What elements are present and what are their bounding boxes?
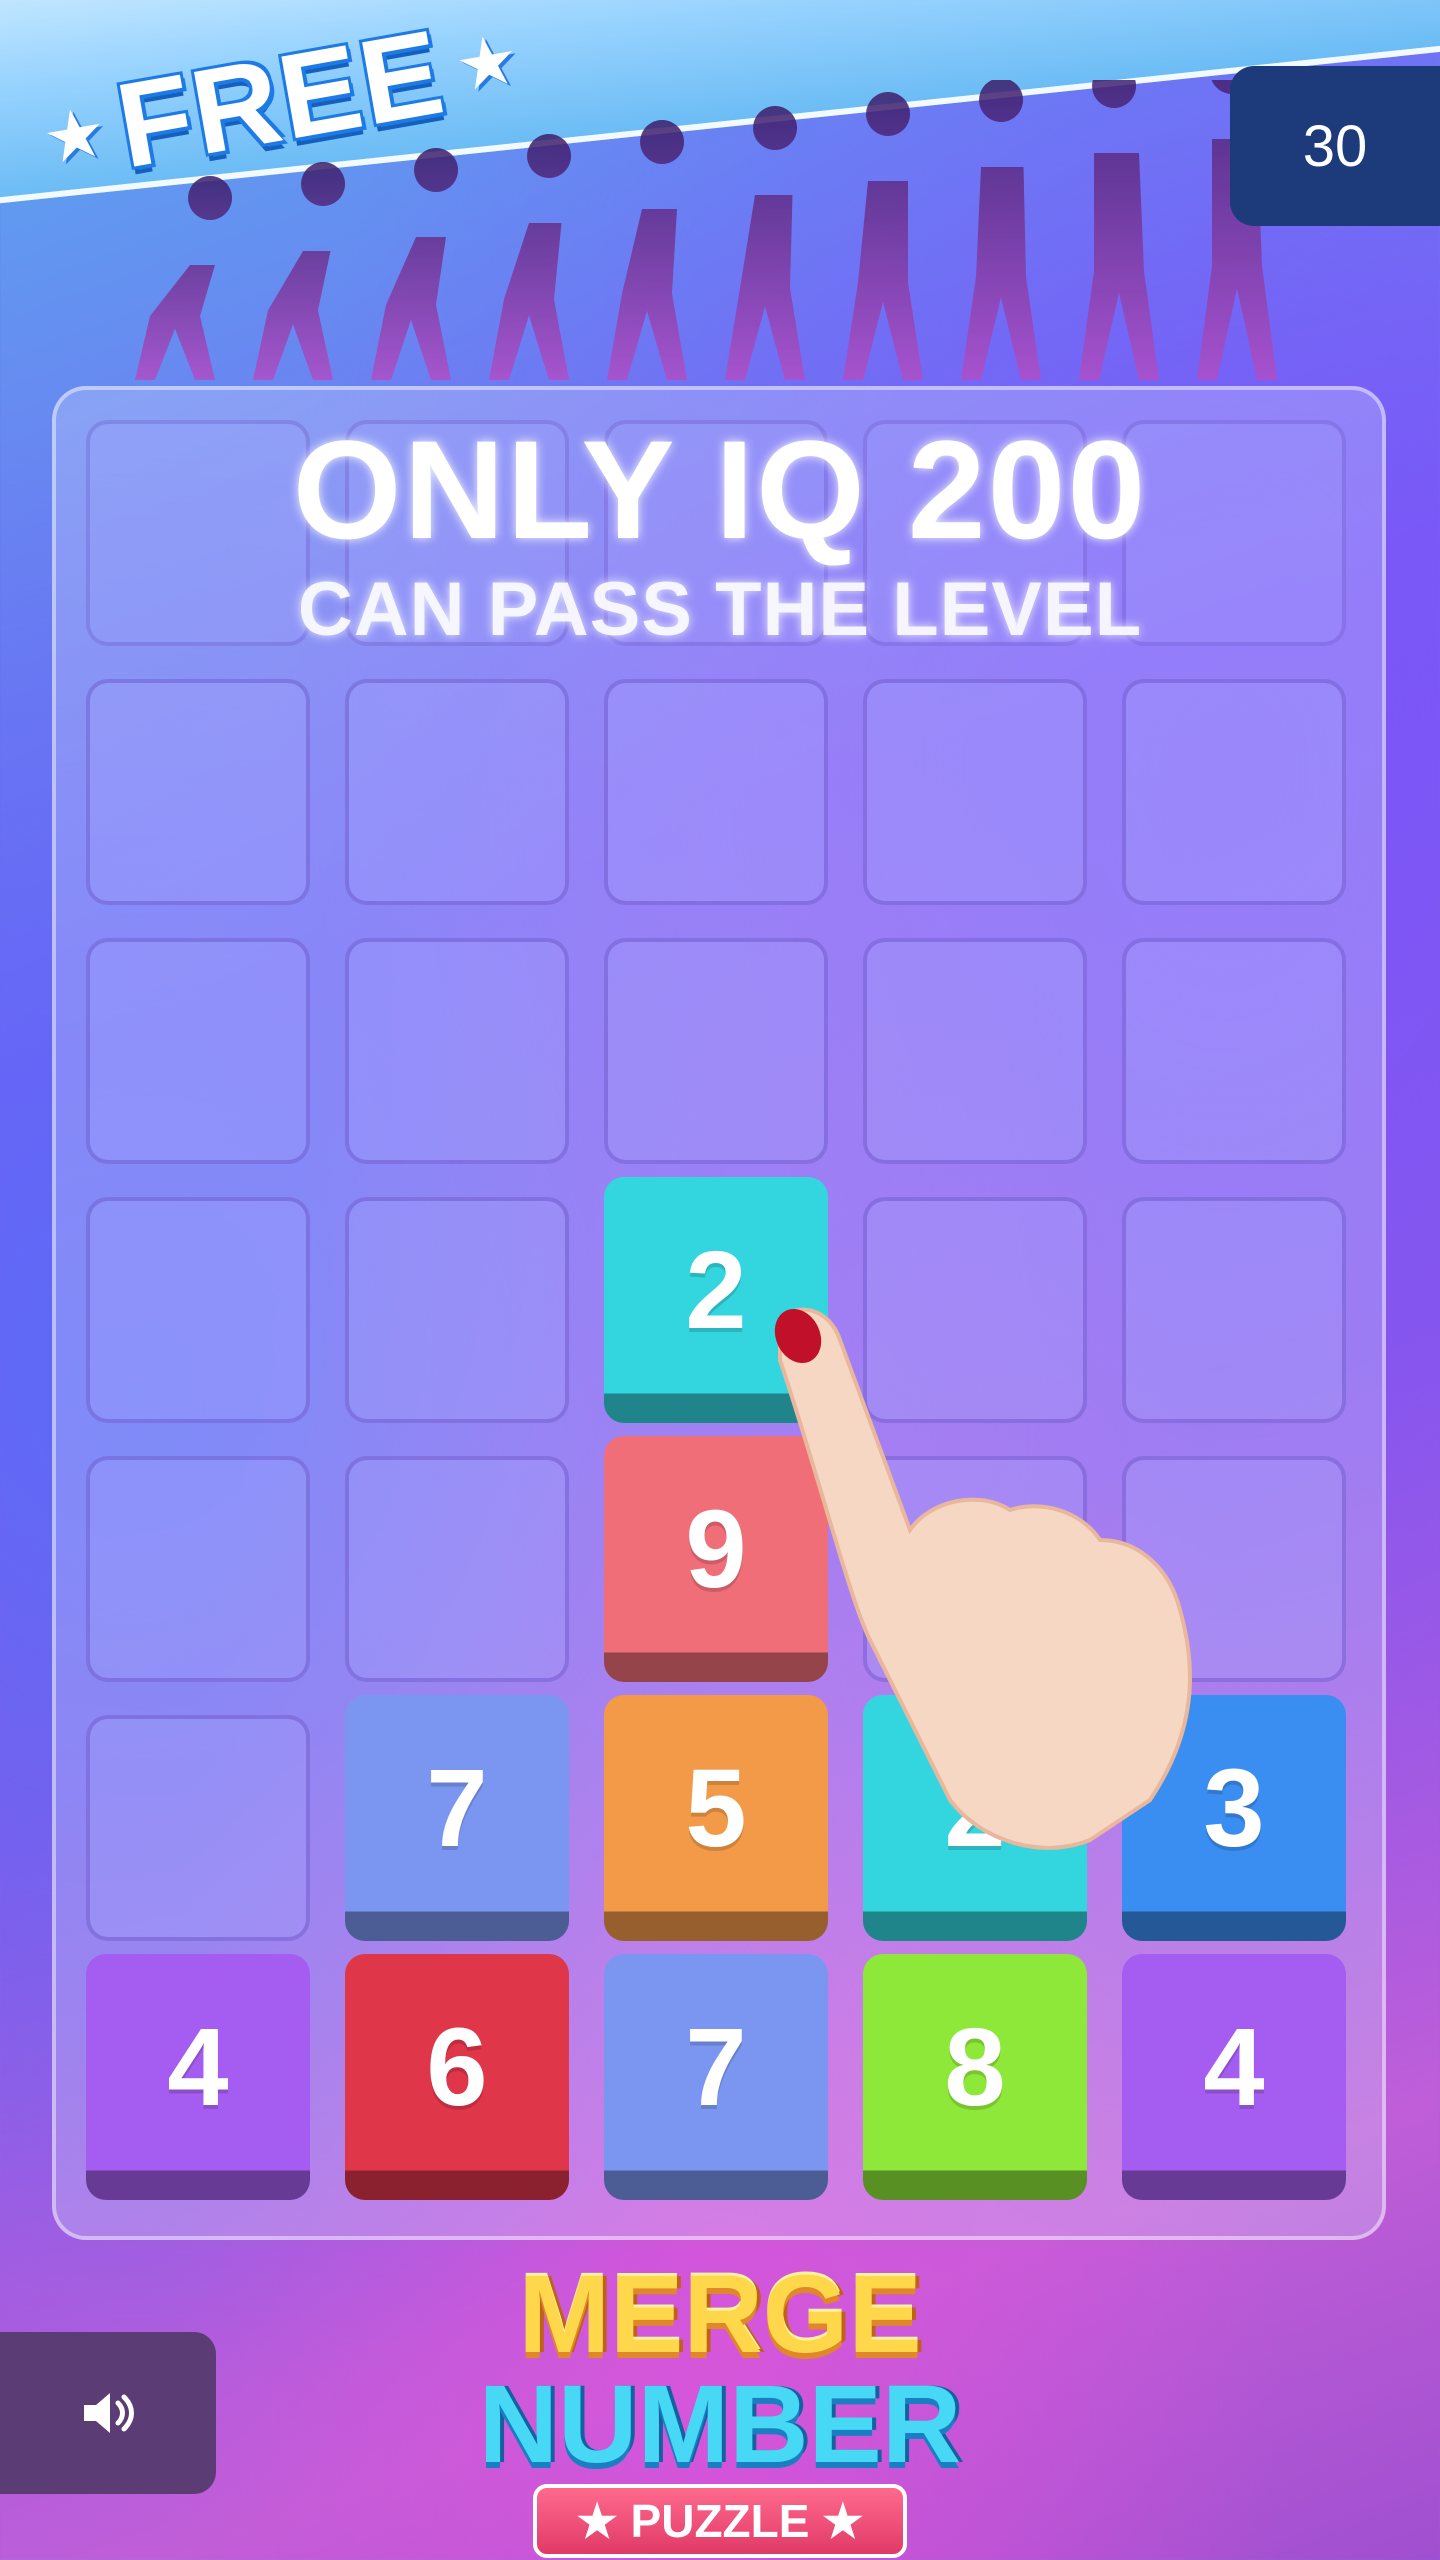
evolution-figure [371,148,459,380]
number-tile[interactable]: 4 [1122,1954,1346,2200]
tile-value: 9 [685,1487,747,1611]
tile-value: 7 [685,2005,747,2129]
tile-value: 6 [426,2005,488,2129]
grid-cell[interactable] [604,938,828,1164]
logo-word-number: NUMBER [478,2363,962,2486]
counter-value: 30 [1302,113,1368,179]
grid-cell[interactable] [345,938,569,1164]
number-tile[interactable]: 6 [345,1954,569,2200]
grid-cell[interactable] [604,679,828,905]
evolution-figure [253,162,346,380]
evolution-figure [843,92,923,380]
tile-value: 5 [685,1746,747,1870]
tile-value: 7 [426,1746,488,1870]
grid-cell[interactable] [86,679,310,905]
tile-value: 4 [1203,2005,1265,2129]
grid-cell[interactable] [86,1197,310,1423]
evolution-figure [607,120,687,381]
evolution-silhouettes [135,80,1277,381]
grid-cell[interactable] [345,679,569,905]
tile-value: 8 [944,2005,1006,2129]
star-icon: ★ [36,89,113,182]
grid-cell[interactable] [86,1715,310,1941]
challenge-headline: ONLY IQ 200 CAN PASS THE LEVEL [0,410,1440,650]
speaker-icon [84,2393,134,2433]
evolution-figure [1079,80,1159,380]
logo-word-puzzle-ribbon: ★ PUZZLE ★ [532,2484,908,2558]
headline-line-1: ONLY IQ 200 [292,411,1148,568]
grid-cell[interactable] [863,679,1087,905]
headline-line-2: CAN PASS THE LEVEL [297,567,1143,652]
evolution-figure [725,106,805,380]
grid-cell[interactable] [345,1456,569,1682]
star-icon: ★ [809,2495,864,2547]
grid-cell[interactable] [86,938,310,1164]
number-tile[interactable]: 7 [604,1954,828,2200]
tile-value: 2 [685,1228,747,1352]
countdown-counter: 30 [1230,66,1440,226]
number-tile[interactable]: 7 [345,1695,569,1941]
number-tile[interactable]: 8 [863,1954,1087,2200]
star-icon: ★ [576,2495,631,2547]
grid-cell[interactable] [345,1197,569,1423]
evolution-figure [135,176,233,380]
grid-cell[interactable] [1122,679,1346,905]
grid-cell[interactable] [863,938,1087,1164]
tile-value: 4 [167,2005,229,2129]
grid-cell[interactable] [1122,938,1346,1164]
logo-word-puzzle: PUZZLE [630,2495,810,2547]
number-tile[interactable]: 4 [86,1954,310,2200]
evolution-figure [489,134,572,380]
logo-word-merge: MERGE [518,2253,922,2376]
grid-cell[interactable] [86,1456,310,1682]
sound-toggle-button[interactable] [0,2332,216,2494]
evolution-figure [961,80,1041,380]
pointing-hand-icon [774,1307,1192,1850]
game-logo: MERGE NUMBER ★ PUZZLE ★ [450,2260,990,2560]
